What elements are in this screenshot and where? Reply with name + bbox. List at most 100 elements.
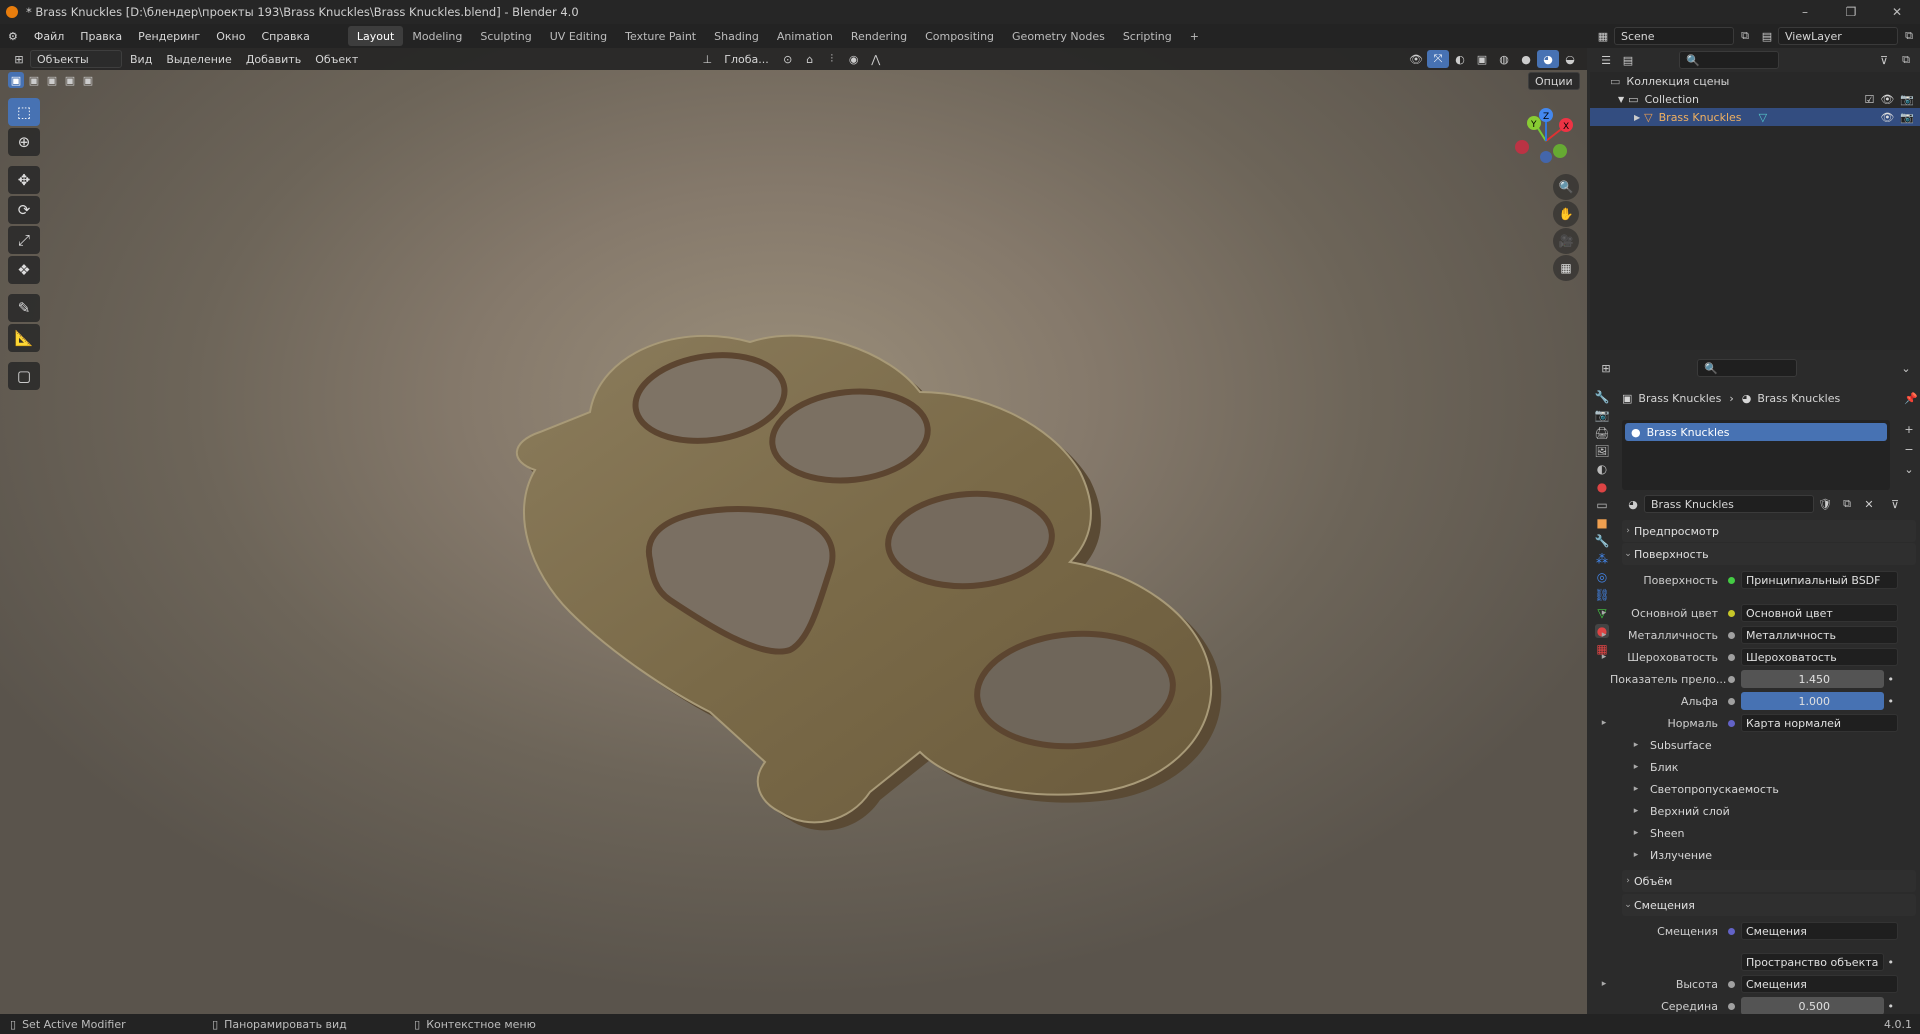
- maximize-button[interactable]: ❐: [1828, 0, 1874, 24]
- bsdf-row-value[interactable]: 1.450: [1741, 670, 1884, 688]
- select-invert-icon[interactable]: ▣: [62, 72, 78, 88]
- new-scene-icon[interactable]: ⧉: [1734, 27, 1756, 45]
- menu-file[interactable]: Файл: [26, 24, 72, 48]
- subpanel-item[interactable]: ▸ Излучение: [1630, 845, 1910, 865]
- collection-row[interactable]: ▼ ▭ Collection ☑ 👁 📷: [1590, 90, 1920, 108]
- fake-user-icon[interactable]: 🛡: [1814, 495, 1836, 513]
- new-collection-icon[interactable]: ⧉: [1895, 51, 1917, 69]
- expand-icon[interactable]: ▸: [1598, 979, 1610, 989]
- section-preview[interactable]: › Предпросмотр: [1622, 520, 1916, 542]
- menu-add[interactable]: Добавить: [240, 50, 307, 68]
- tab-animation[interactable]: Animation: [768, 26, 842, 46]
- tab-compositing[interactable]: Compositing: [916, 26, 1003, 46]
- minimize-button[interactable]: –: [1782, 0, 1828, 24]
- pivot-icon[interactable]: ⊙: [777, 50, 799, 68]
- chevron-down-icon[interactable]: ⌄: [1895, 359, 1917, 377]
- world-tab-icon[interactable]: ●: [1597, 480, 1607, 494]
- navigation-gizmo[interactable]: X Y Z: [1510, 105, 1582, 177]
- move-icon[interactable]: ✥: [8, 166, 40, 194]
- section-displacement[interactable]: ⌄ Смещения: [1622, 894, 1916, 916]
- menu-help[interactable]: Справка: [253, 24, 317, 48]
- add-workspace-button[interactable]: +: [1181, 26, 1208, 46]
- constraints-tab-icon[interactable]: ⛓: [1594, 588, 1609, 602]
- scene-selector[interactable]: Scene: [1614, 27, 1734, 45]
- menu-view[interactable]: Вид: [124, 50, 158, 68]
- snap-icon[interactable]: ⌂: [799, 50, 821, 68]
- camera-icon[interactable]: 📷: [1900, 93, 1914, 106]
- 3d-viewport[interactable]: [0, 48, 1587, 1014]
- menu-object[interactable]: Объект: [309, 50, 364, 68]
- displacement-row-value[interactable]: Смещения: [1741, 975, 1898, 993]
- subpanel-item[interactable]: ▸ Светопропускаемость: [1630, 779, 1910, 799]
- close-button[interactable]: ✕: [1874, 0, 1920, 24]
- expand-icon[interactable]: ▸: [1598, 608, 1610, 618]
- subpanel-item[interactable]: ▸ Блик: [1630, 757, 1910, 777]
- scene-icon[interactable]: ▦: [1592, 27, 1614, 45]
- checkbox-icon[interactable]: ☑: [1864, 93, 1874, 106]
- orientation-selector[interactable]: Глоба...: [718, 50, 774, 68]
- bsdf-row-value[interactable]: Шероховатость: [1741, 648, 1898, 666]
- section-volume[interactable]: › Объём: [1622, 870, 1916, 892]
- keyframe-icon[interactable]: •: [1888, 1000, 1895, 1013]
- breadcrumb-material[interactable]: Brass Knuckles: [1757, 392, 1904, 405]
- snap-target-icon[interactable]: ⫶: [821, 50, 843, 68]
- pan-hand-icon[interactable]: ✋: [1553, 201, 1579, 227]
- select-subtract-icon[interactable]: ▣: [44, 72, 60, 88]
- browse-material-icon[interactable]: ◕: [1622, 495, 1644, 513]
- tab-layout[interactable]: Layout: [347, 26, 404, 46]
- object-row[interactable]: ▶ ▽ Brass Knuckles ▽ 👁 📷: [1590, 108, 1920, 126]
- new-viewlayer-icon[interactable]: ⧉: [1898, 27, 1920, 45]
- measure-icon[interactable]: 📐: [8, 324, 40, 352]
- subpanel-item[interactable]: ▸ Sheen: [1630, 823, 1910, 843]
- expand-icon[interactable]: ▶: [1634, 113, 1640, 122]
- menu-edit[interactable]: Правка: [72, 24, 130, 48]
- material-name-field[interactable]: Brass Knuckles: [1644, 495, 1814, 513]
- material-shading-icon[interactable]: ◕: [1537, 50, 1559, 68]
- tab-rendering[interactable]: Rendering: [842, 26, 916, 46]
- rendered-shading-icon[interactable]: ◒: [1559, 50, 1581, 68]
- zoom-icon[interactable]: 🔍: [1553, 174, 1579, 200]
- display-mode-icon[interactable]: ▤: [1617, 51, 1639, 69]
- select-new-icon[interactable]: ▣: [8, 72, 24, 88]
- scale-icon[interactable]: ⤢: [8, 226, 40, 254]
- tab-geometry-nodes[interactable]: Geometry Nodes: [1003, 26, 1114, 46]
- keyframe-icon[interactable]: •: [1888, 956, 1895, 969]
- orientation-icon[interactable]: ⊥: [696, 50, 718, 68]
- wireframe-shading-icon[interactable]: ◍: [1493, 50, 1515, 68]
- overlay-icon[interactable]: ◐: [1449, 50, 1471, 68]
- scene-collection-row[interactable]: ▭ Коллекция сцены: [1590, 72, 1920, 90]
- blender-menu-icon[interactable]: ⚙: [0, 24, 26, 48]
- menu-window[interactable]: Окно: [208, 24, 253, 48]
- surface-shader-field[interactable]: Принципиальный BSDF: [1741, 571, 1898, 589]
- camera-icon[interactable]: 📷: [1900, 111, 1914, 124]
- mesh-data-icon[interactable]: ▽: [1759, 111, 1881, 124]
- select-intersect-icon[interactable]: ▣: [80, 72, 96, 88]
- expand-icon[interactable]: ▸: [1598, 718, 1610, 728]
- eye-icon[interactable]: 👁: [1880, 111, 1894, 124]
- bsdf-row-value[interactable]: Карта нормалей: [1741, 714, 1898, 732]
- add-cube-icon[interactable]: ▢: [8, 362, 40, 390]
- keyframe-icon[interactable]: •: [1888, 695, 1895, 708]
- outliner-editor-icon[interactable]: ☰: [1595, 51, 1617, 69]
- brass-knuckles-model[interactable]: [0, 48, 1587, 1014]
- modifier-tab-icon[interactable]: 🔧: [1595, 534, 1610, 548]
- outliner-search-input[interactable]: 🔍: [1679, 51, 1779, 69]
- unlink-material-icon[interactable]: ✕: [1858, 495, 1880, 513]
- expand-icon[interactable]: ▼: [1618, 95, 1624, 104]
- camera-view-icon[interactable]: 🎥: [1553, 228, 1579, 254]
- render-tab-icon[interactable]: 📷: [1595, 408, 1610, 422]
- slot-menu-icon[interactable]: ⌄: [1898, 460, 1920, 478]
- breadcrumb-object[interactable]: Brass Knuckles: [1638, 392, 1721, 405]
- menu-select[interactable]: Выделение: [160, 50, 238, 68]
- filter-icon[interactable]: ⊽: [1884, 495, 1906, 513]
- eye-icon[interactable]: 👁: [1880, 93, 1894, 106]
- displacement-row-value[interactable]: 0.500: [1741, 997, 1884, 1015]
- collection-tab-icon[interactable]: ▭: [1596, 498, 1607, 512]
- section-surface[interactable]: ⌄ Поверхность: [1622, 543, 1916, 565]
- solid-shading-icon[interactable]: ●: [1515, 50, 1537, 68]
- visibility-icon[interactable]: 👁: [1405, 50, 1427, 68]
- rotate-icon[interactable]: ⟳: [8, 196, 40, 224]
- bsdf-row-value[interactable]: 1.000: [1741, 692, 1884, 710]
- tab-sculpting[interactable]: Sculpting: [471, 26, 540, 46]
- properties-editor-icon[interactable]: ⊞: [1595, 359, 1617, 377]
